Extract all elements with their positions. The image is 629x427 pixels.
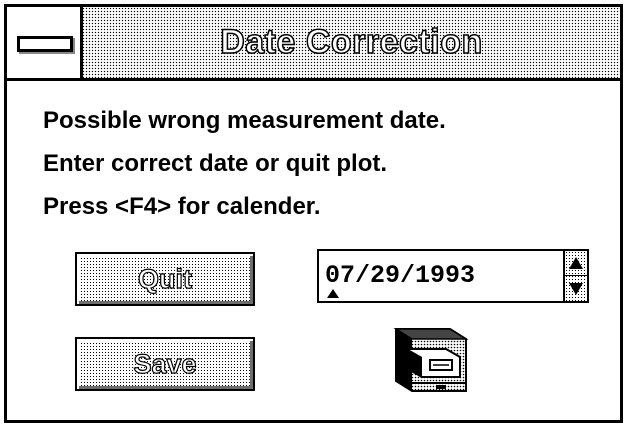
message-line-3: Press <F4> for calender. bbox=[43, 193, 321, 220]
quit-button-label: Quit bbox=[137, 263, 192, 294]
message-line-2: Enter correct date or quit plot. bbox=[43, 150, 388, 177]
message-line-1: Possible wrong measurement date. bbox=[43, 107, 446, 134]
title-bar[interactable]: Date Correction bbox=[7, 7, 620, 81]
date-value[interactable]: 07/29/1993 bbox=[325, 261, 475, 290]
system-menu-bar-icon bbox=[17, 36, 73, 52]
save-button-label: Save bbox=[133, 348, 197, 379]
date-input[interactable]: 07/29/1993 bbox=[317, 249, 589, 303]
arrow-down-icon bbox=[569, 282, 583, 295]
cursor-caret-icon bbox=[327, 289, 339, 298]
file-cabinet-icon[interactable] bbox=[390, 325, 472, 397]
system-menu-button[interactable] bbox=[7, 7, 83, 78]
spinner-up-button[interactable] bbox=[565, 251, 587, 276]
spinner-down-button[interactable] bbox=[565, 276, 587, 301]
date-spinner[interactable] bbox=[563, 251, 587, 301]
arrow-up-icon bbox=[569, 257, 583, 269]
save-button[interactable]: Save bbox=[75, 337, 255, 391]
date-correction-dialog: Date Correction Possible wrong measureme… bbox=[4, 4, 623, 423]
window-title: Date Correction bbox=[219, 22, 483, 62]
quit-button[interactable]: Quit bbox=[75, 252, 255, 306]
